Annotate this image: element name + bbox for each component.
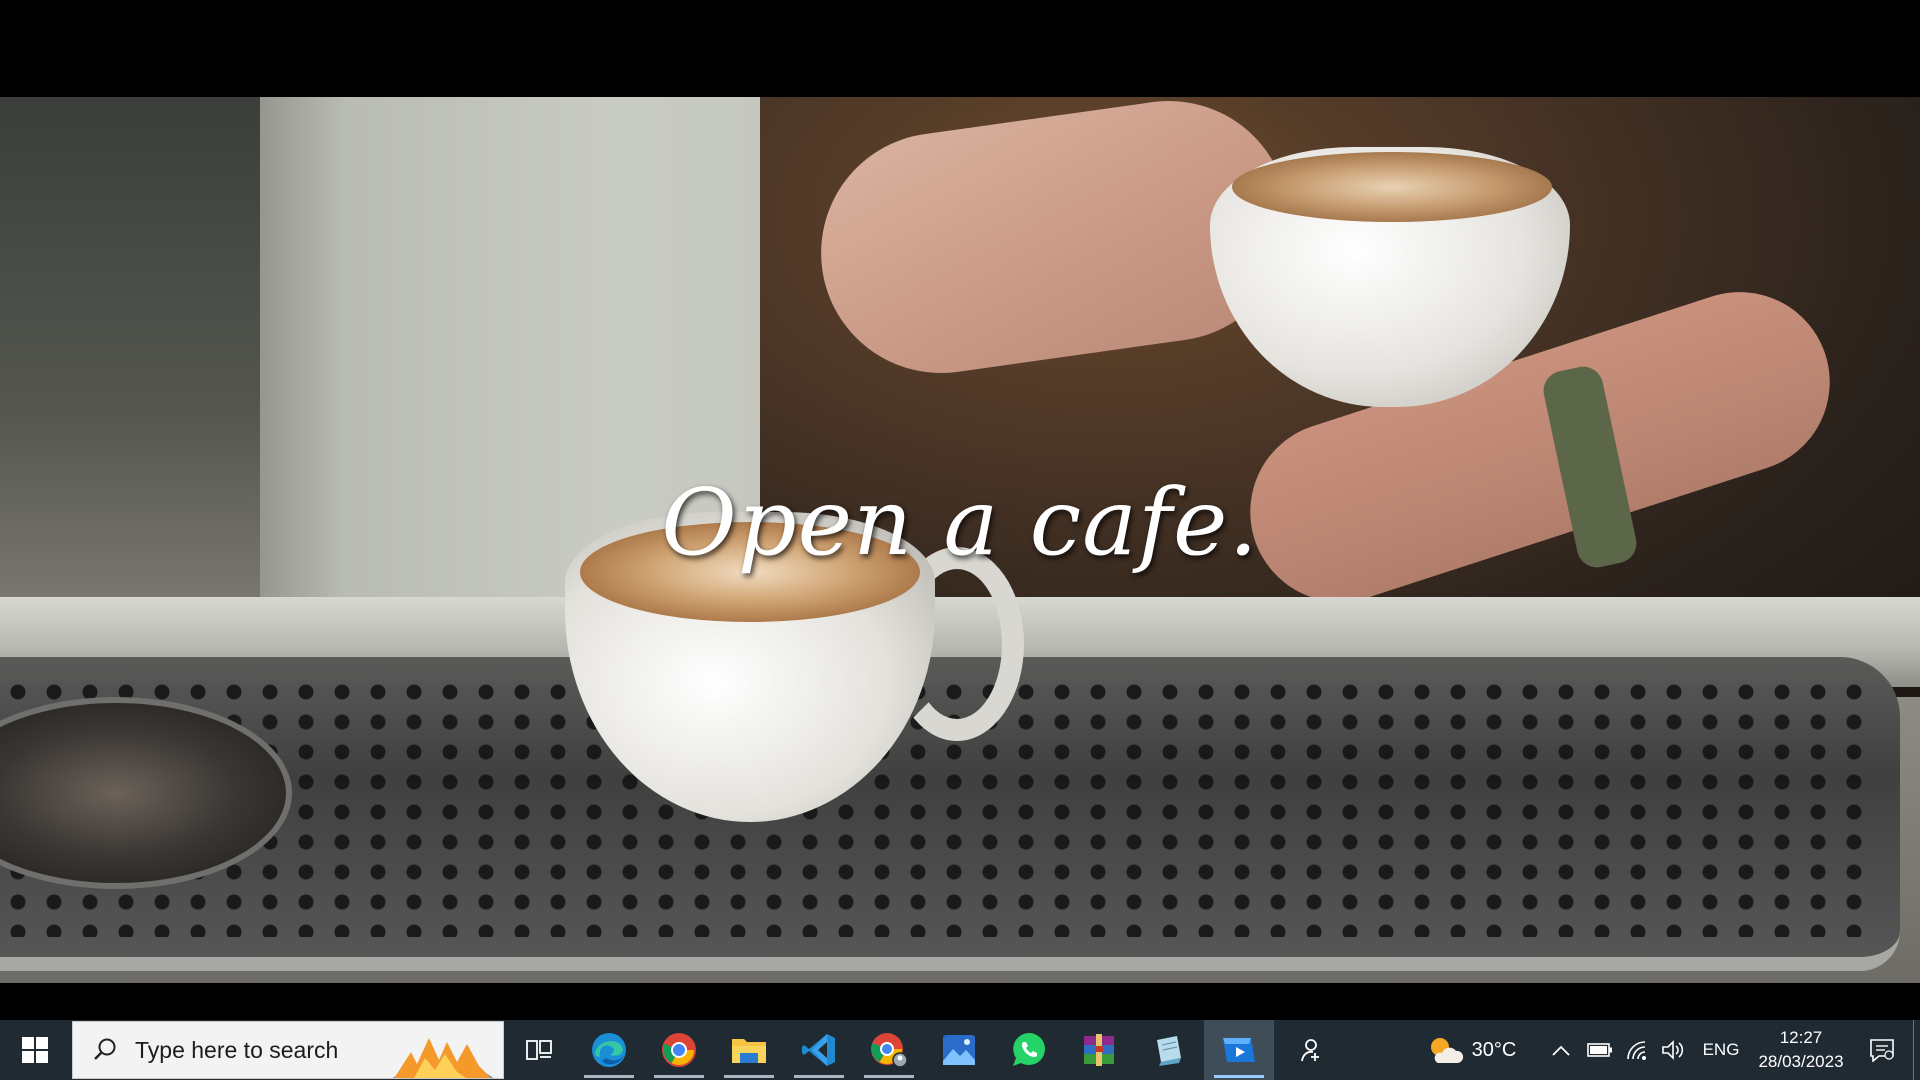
winrar-icon xyxy=(1084,1034,1114,1066)
wifi-icon xyxy=(1627,1041,1646,1060)
video-player[interactable]: Open a cafe. xyxy=(0,0,1920,1020)
network-button[interactable] xyxy=(1619,1020,1655,1080)
taskbar-app-chrome-profile[interactable] xyxy=(854,1020,924,1080)
taskbar-app-chrome[interactable] xyxy=(644,1020,714,1080)
held-cup-latte-art xyxy=(1232,152,1552,222)
taskbar-app-file-explorer[interactable] xyxy=(714,1020,784,1080)
notification-icon xyxy=(1870,1039,1894,1062)
task-view-icon xyxy=(526,1040,552,1060)
system-tray: 30°C ENG 12:27 28/03/2023 xyxy=(1401,1020,1920,1080)
taskbar-app-vscode[interactable] xyxy=(784,1020,854,1080)
file-explorer-icon xyxy=(732,1039,766,1063)
action-center-button[interactable] xyxy=(1851,1020,1913,1080)
show-hidden-icons-button[interactable] xyxy=(1541,1020,1581,1080)
battery-button[interactable] xyxy=(1581,1020,1619,1080)
taskbar: Type here to search 30°C ENG 12:27 28/03… xyxy=(0,1020,1920,1080)
taskbar-app-notepad[interactable] xyxy=(1134,1020,1204,1080)
vscode-icon xyxy=(802,1034,835,1066)
windows-logo-icon xyxy=(22,1037,48,1063)
input-language-button[interactable]: ENG xyxy=(1691,1020,1751,1080)
media-player-icon xyxy=(1223,1038,1255,1062)
clock-button[interactable]: 12:27 28/03/2023 xyxy=(1751,1020,1851,1080)
weather-temperature: 30°C xyxy=(1471,1038,1517,1061)
whatsapp-icon xyxy=(1013,1033,1045,1066)
search-box[interactable]: Type here to search xyxy=(72,1021,504,1079)
start-button[interactable] xyxy=(0,1020,70,1080)
search-highlight-art-icon xyxy=(392,1038,494,1078)
taskbar-app-edge[interactable] xyxy=(574,1020,644,1080)
partly-sunny-icon xyxy=(1430,1038,1463,1063)
weather-widget[interactable]: 30°C xyxy=(1401,1020,1541,1080)
search-icon xyxy=(85,1037,125,1063)
chrome-icon xyxy=(662,1033,696,1067)
taskbar-app-whatsapp[interactable] xyxy=(994,1020,1064,1080)
taskbar-app-winrar[interactable] xyxy=(1064,1020,1134,1080)
chevron-up-icon xyxy=(1552,1045,1570,1056)
notepad-icon xyxy=(1157,1036,1181,1066)
search-placeholder: Type here to search xyxy=(135,1036,339,1063)
volume-icon xyxy=(1662,1040,1684,1060)
clock-date: 28/03/2023 xyxy=(1758,1052,1844,1071)
battery-icon xyxy=(1587,1043,1612,1057)
edge-icon xyxy=(592,1033,626,1067)
photos-icon xyxy=(943,1035,975,1065)
chrome-profile-icon xyxy=(871,1033,908,1068)
clock-time: 12:27 xyxy=(1779,1028,1823,1047)
show-desktop-button[interactable] xyxy=(1913,1020,1920,1080)
task-view-button[interactable] xyxy=(504,1020,574,1080)
video-frame[interactable]: Open a cafe. xyxy=(0,97,1920,983)
people-button[interactable] xyxy=(1274,1020,1344,1080)
volume-button[interactable] xyxy=(1655,1020,1691,1080)
taskbar-app-media-player[interactable] xyxy=(1204,1020,1274,1080)
video-caption: Open a cafe. xyxy=(661,469,1259,576)
people-icon xyxy=(1301,1039,1319,1062)
taskbar-app-photos[interactable] xyxy=(924,1020,994,1080)
